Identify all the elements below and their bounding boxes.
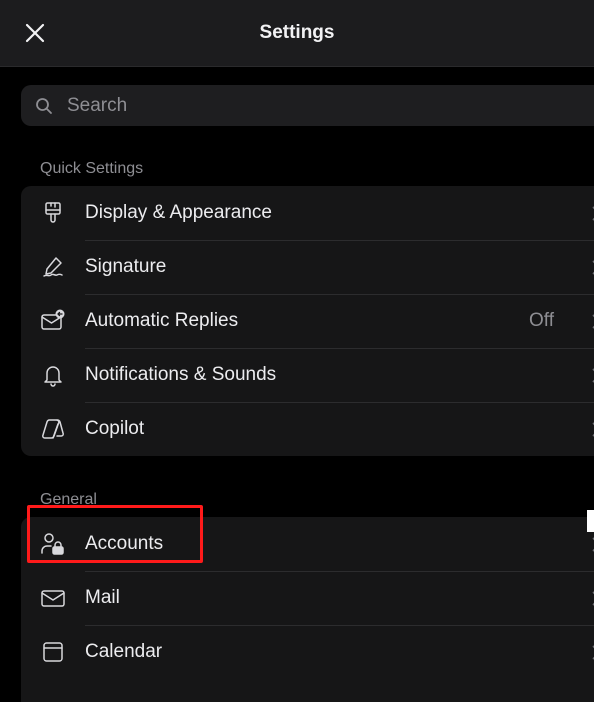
envelope-icon xyxy=(40,585,66,611)
chevron-right-icon xyxy=(590,259,594,275)
row-label: Automatic Replies xyxy=(85,310,239,331)
search-input[interactable] xyxy=(65,93,549,118)
row-calendar[interactable]: Calendar xyxy=(21,625,594,679)
row-label: Copilot xyxy=(85,418,145,439)
quick-settings-group: Display & Appearance Signature Automatic… xyxy=(21,186,594,456)
chevron-right-icon xyxy=(590,313,594,329)
row-label: Notifications & Sounds xyxy=(85,364,277,385)
paintbrush-icon xyxy=(40,200,66,226)
row-display-appearance[interactable]: Display & Appearance xyxy=(21,186,594,240)
section-label-quick-settings: Quick Settings xyxy=(40,160,144,177)
calendar-icon xyxy=(40,639,66,665)
edge-marker xyxy=(587,510,594,532)
row-label: Accounts xyxy=(85,533,164,554)
row-label: Signature xyxy=(85,256,167,277)
chevron-right-icon xyxy=(590,205,594,221)
chevron-right-icon xyxy=(590,644,594,660)
row-copilot[interactable]: Copilot xyxy=(21,402,594,456)
row-value-status: Off xyxy=(529,310,554,331)
search-icon xyxy=(35,97,53,115)
row-label: Calendar xyxy=(85,641,163,662)
row-automatic-replies[interactable]: Automatic Replies Off xyxy=(21,294,594,348)
bell-icon xyxy=(40,362,66,388)
auto-reply-mail-icon xyxy=(40,308,66,334)
account-lock-icon xyxy=(40,531,66,557)
signature-pen-icon xyxy=(40,254,66,280)
chevron-right-icon xyxy=(590,590,594,606)
row-signature[interactable]: Signature xyxy=(21,240,594,294)
section-label-general: General xyxy=(40,491,97,508)
row-mail[interactable]: Mail xyxy=(21,571,594,625)
row-label: Display & Appearance xyxy=(85,202,272,223)
general-group: Accounts Mail Calendar xyxy=(21,517,594,702)
page-title: Settings xyxy=(259,22,335,43)
row-notifications-sounds[interactable]: Notifications & Sounds xyxy=(21,348,594,402)
row-accounts[interactable]: Accounts xyxy=(21,517,594,571)
copilot-icon xyxy=(40,416,66,442)
chevron-right-icon xyxy=(590,421,594,437)
search-bar[interactable] xyxy=(21,85,594,126)
settings-header: Settings xyxy=(0,0,594,67)
chevron-right-icon xyxy=(590,536,594,552)
chevron-right-icon xyxy=(590,367,594,383)
row-label: Mail xyxy=(85,587,120,608)
